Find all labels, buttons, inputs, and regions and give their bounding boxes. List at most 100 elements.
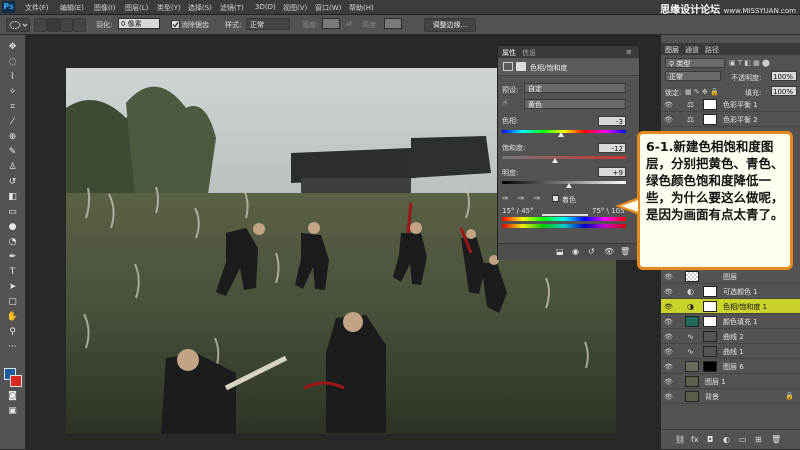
menu-3d[interactable]: 3D(D)	[255, 3, 276, 11]
marquee-tool-icon[interactable]: ◌	[5, 56, 20, 69]
new-group-icon[interactable]: ▭	[739, 435, 747, 444]
layer-row[interactable]: 👁 ⚖ 色彩平衡 2	[661, 112, 800, 127]
visibility-icon[interactable]: 👁	[604, 247, 614, 256]
healing-brush-tool-icon[interactable]: ⊕	[5, 131, 20, 144]
mask-icon[interactable]	[516, 62, 526, 71]
visibility-eye-icon[interactable]: 👁	[664, 303, 673, 311]
visibility-eye-icon[interactable]: 👁	[664, 273, 673, 281]
blur-tool-icon[interactable]: ●	[5, 221, 20, 234]
type-tool-icon[interactable]: T	[5, 266, 20, 279]
intersect-selection-button[interactable]	[73, 18, 86, 32]
new-selection-button[interactable]	[34, 18, 47, 32]
reset-icon[interactable]: ↺	[588, 247, 595, 256]
menu-file[interactable]: 文件(F)	[25, 3, 49, 13]
menu-layer[interactable]: 图层(L)	[125, 3, 148, 13]
menu-filter[interactable]: 滤镜(T)	[220, 3, 244, 13]
channel-select[interactable]: 黄色	[524, 99, 626, 109]
fill-input[interactable]: 100%	[771, 86, 797, 96]
tab-paths[interactable]: 路径	[705, 45, 719, 55]
saturation-input[interactable]: -12	[598, 143, 626, 153]
hue-input[interactable]: -3	[598, 116, 626, 126]
blend-mode-select[interactable]: 正常	[665, 71, 721, 81]
preset-select[interactable]: 自定	[524, 83, 626, 93]
gradient-tool-icon[interactable]: ▭	[5, 206, 20, 219]
eyedropper-icon[interactable]: ✑	[502, 194, 509, 203]
colorize-checkbox[interactable]	[552, 195, 559, 202]
eraser-tool-icon[interactable]: ◧	[5, 191, 20, 204]
layer-row[interactable]: 👁 ⚖ 色彩平衡 1	[661, 97, 800, 112]
magic-wand-tool-icon[interactable]: ✧	[5, 86, 20, 99]
saturation-slider[interactable]	[502, 156, 626, 159]
subtract-selection-button[interactable]	[60, 18, 73, 32]
history-brush-tool-icon[interactable]: ↺	[5, 176, 20, 189]
menu-window[interactable]: 窗口(W)	[315, 3, 341, 13]
layer-row[interactable]: 👁 图层 6	[661, 359, 800, 374]
add-to-selection-button[interactable]	[47, 18, 60, 32]
saturation-slider-thumb[interactable]	[552, 158, 558, 163]
menu-help[interactable]: 帮助(H)	[349, 3, 374, 13]
layer-row[interactable]: 👁 ◐ 可选颜色 1	[661, 284, 800, 299]
brush-tool-icon[interactable]: ✎	[5, 146, 20, 159]
opacity-input[interactable]: 100%	[771, 71, 797, 81]
background-color-swatch[interactable]	[10, 375, 22, 387]
visibility-eye-icon[interactable]: 👁	[664, 116, 673, 124]
quick-mask-icon[interactable]: ◙	[5, 390, 20, 403]
tab-layers[interactable]: 图层	[665, 45, 679, 55]
layer-filter-icons[interactable]: ▣ T ◧ ▦ ⬤	[729, 59, 799, 68]
target-adjustment-hand-icon[interactable]: ☝	[502, 99, 507, 109]
lightness-input[interactable]: +9	[598, 167, 626, 177]
tab-channels[interactable]: 通道	[685, 45, 699, 55]
tab-info[interactable]: 信息	[522, 48, 536, 58]
link-layers-icon[interactable]: ⛓	[675, 435, 685, 444]
visibility-eye-icon[interactable]: 👁	[664, 393, 673, 401]
menu-type[interactable]: 类型(Y)	[157, 3, 181, 13]
height-input[interactable]	[384, 18, 402, 29]
menu-image[interactable]: 图像(I)	[94, 3, 116, 13]
delete-layer-icon[interactable]: 🗑	[771, 435, 781, 444]
clone-stamp-tool-icon[interactable]: ♙	[5, 161, 20, 174]
new-adjustment-icon[interactable]: ◐	[723, 435, 730, 444]
feather-input[interactable]: 0 像素	[118, 18, 160, 29]
visibility-eye-icon[interactable]: 👁	[664, 318, 673, 326]
refine-edge-button[interactable]: 调整边缘...	[424, 18, 476, 32]
rectangle-tool-icon[interactable]: ▢	[5, 296, 20, 309]
layer-style-icon[interactable]: fx	[691, 435, 699, 444]
more-tools-icon[interactable]: ···	[5, 341, 20, 354]
layer-row[interactable]: 👁 图层 1	[661, 374, 800, 389]
eyedropper-tool-icon[interactable]: ⁄	[5, 116, 20, 129]
panel-menu-icon[interactable]: ≡	[626, 48, 632, 56]
eyedropper-minus-icon[interactable]: ✑	[534, 194, 541, 203]
eyedropper-plus-icon[interactable]: ✑	[518, 194, 525, 203]
tab-properties[interactable]: 属性	[502, 48, 516, 58]
view-previous-icon[interactable]: ◉	[572, 247, 579, 256]
crop-tool-icon[interactable]: ⌗	[5, 101, 20, 114]
clip-to-layer-icon[interactable]: ⬓	[556, 247, 564, 256]
layer-row[interactable]: 👁 图层	[661, 269, 800, 284]
zoom-tool-icon[interactable]: ⚲	[5, 326, 20, 339]
move-tool-icon[interactable]: ✥	[5, 41, 20, 54]
hand-tool-icon[interactable]: ✋	[5, 311, 20, 324]
menu-select[interactable]: 选择(S)	[188, 3, 212, 13]
layer-row[interactable]: 👁 颜色填充 1	[661, 314, 800, 329]
color-range-selector[interactable]	[542, 214, 588, 216]
path-selection-tool-icon[interactable]: ➤	[5, 281, 20, 294]
hue-slider-thumb[interactable]	[558, 132, 564, 137]
swap-icon[interactable]: ⇄	[346, 20, 352, 28]
lightness-slider[interactable]	[502, 181, 626, 184]
visibility-eye-icon[interactable]: 👁	[664, 363, 673, 371]
pen-tool-icon[interactable]: ✒	[5, 251, 20, 264]
delete-icon[interactable]: 🗑	[620, 247, 630, 256]
lightness-slider-thumb[interactable]	[566, 183, 572, 188]
layer-row[interactable]: 👁 ∿ 曲线 1	[661, 344, 800, 359]
visibility-eye-icon[interactable]: 👁	[664, 348, 673, 356]
antialias-checkbox[interactable]	[171, 20, 180, 29]
tool-preset-picker[interactable]	[6, 18, 30, 32]
layer-row[interactable]: 👁 背景 🔒	[661, 389, 800, 404]
lock-icons[interactable]: ▦ ✎ ✥ 🔒	[685, 88, 719, 96]
hue-slider[interactable]	[502, 130, 626, 133]
menu-edit[interactable]: 编辑(E)	[60, 3, 84, 13]
width-input[interactable]	[322, 18, 340, 29]
visibility-eye-icon[interactable]: 👁	[664, 378, 673, 386]
visibility-eye-icon[interactable]: 👁	[664, 288, 673, 296]
dodge-tool-icon[interactable]: ◔	[5, 236, 20, 249]
